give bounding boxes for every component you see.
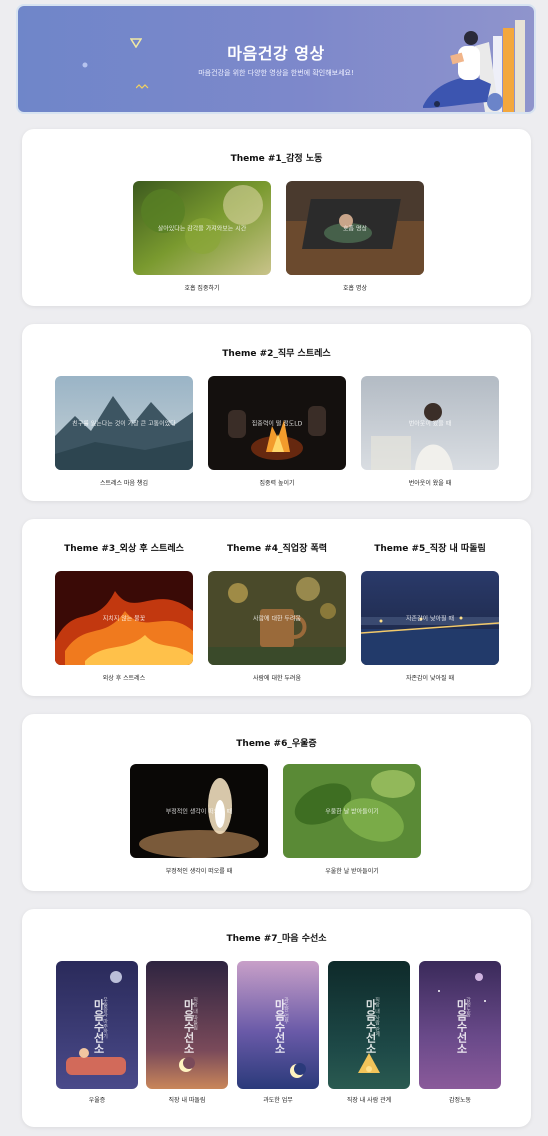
video-overlay-text: 사람에 대한 두려움 <box>253 615 301 623</box>
poster-subtitle: 직장 내 사람 관계 <box>374 997 380 1037</box>
video-caption[interactable]: 과도한 업무 <box>227 1095 329 1104</box>
video-thumbnail[interactable]: 집중력이 떨 정도LD <box>208 376 346 470</box>
zigzag-icon <box>136 84 149 89</box>
video-caption[interactable]: 번아웃이 왔을 때 <box>351 478 509 487</box>
poster-subtitle: 직장 내 따돌림 <box>192 997 198 1031</box>
video-caption[interactable]: 부정적인 생각이 떠오를 때 <box>120 866 278 875</box>
video-caption[interactable]: 사람에 대한 두려움 <box>198 673 356 682</box>
theme-title: Theme #5_직장 내 따돌림 <box>374 544 486 554</box>
theme-card-2: Theme #2_직무 스트레스 친구를 잃는다는 것이 가장 큰 고통이었다 … <box>22 324 531 501</box>
video-overlay-text: 호흡 명상 <box>343 225 367 233</box>
video-caption[interactable]: 호흡 집중하기 <box>123 283 281 292</box>
video-tile[interactable]: 친구를 잃는다는 것이 가장 큰 고통이었다 스트레스 마음 챙김 <box>55 376 193 487</box>
theme-card-1: Theme #1_감정 노동 살아있다는 감각을 가져와보는 시간 호흡 집중하… <box>22 129 531 306</box>
video-thumbnail[interactable]: 친구를 잃는다는 것이 가장 큰 고통이었다 <box>55 376 193 470</box>
video-overlay-text: 집중력이 떨 정도LD <box>251 420 303 428</box>
video-overlay-text: 친구를 잃는다는 것이 가장 큰 고통이었다 <box>72 420 176 428</box>
video-tile[interactable]: 살아있다는 감각을 가져와보는 시간 호흡 집중하기 <box>133 181 271 292</box>
theme-title: Theme #4_직업장 폭력 <box>226 544 328 554</box>
reading-woman-illustration <box>423 20 525 112</box>
poster-thumbnail[interactable]: 마음수선소 감정노동 <box>419 961 501 1089</box>
video-caption[interactable]: 감정노동 <box>409 1095 511 1104</box>
video-caption[interactable]: 우울한 날 받아들이기 <box>273 866 431 875</box>
video-tile[interactable]: 사람에 대한 두려움 사람에 대한 두려움 <box>208 571 346 682</box>
video-thumbnail[interactable]: 번아웃이 왔을 때 <box>361 376 499 470</box>
poster-tile[interactable]: 마음수선소 우울증과 마주하기 우울증 <box>56 961 138 1104</box>
theme-title: Theme #1_감정 노동 <box>230 154 323 164</box>
video-caption[interactable]: 스트레스 마음 챙김 <box>45 478 203 487</box>
theme-title: Theme #3_외상 후 스트레스 <box>64 544 184 554</box>
poster-tile[interactable]: 마음수선소 직장 내 사람 관계 직장 내 사람 관계 <box>328 961 410 1104</box>
poster-thumbnail[interactable]: 마음수선소 과도한 업무 <box>237 961 319 1089</box>
video-tile[interactable]: 우울한 날 받아들이기 우울한 날 받아들이기 <box>283 764 421 875</box>
video-thumbnail[interactable]: 호흡 명상 <box>286 181 424 275</box>
video-caption[interactable]: 직장 내 사람 관계 <box>318 1095 420 1104</box>
poster-tile[interactable]: 마음수선소 과도한 업무 과도한 업무 <box>237 961 319 1104</box>
poster-thumbnail[interactable]: 마음수선소 우울증과 마주하기 <box>56 961 138 1089</box>
theme-title: Theme #6_우울증 <box>236 739 317 749</box>
video-overlay-text: 지치지 않는 불꽃 <box>102 615 146 623</box>
theme-title: Theme #2_직무 스트레스 <box>222 349 331 359</box>
theme-title: Theme #7_마음 수선소 <box>226 934 327 944</box>
video-overlay-text: 자존감이 낮아질 때 <box>406 615 454 623</box>
poster-subtitle: 우울증과 마주하기 <box>102 997 108 1039</box>
video-overlay-text: 번아웃이 왔을 때 <box>408 420 452 428</box>
video-thumbnail[interactable]: 자존감이 낮아질 때 <box>361 571 499 665</box>
video-caption[interactable]: 직장 내 따돌림 <box>136 1095 238 1104</box>
theme-card-3-4-5: Theme #3_외상 후 스트레스 Theme #4_직업장 폭력 Theme… <box>22 519 531 696</box>
video-tile[interactable]: 지치지 않는 불꽃 외상 후 스트레스 <box>55 571 193 682</box>
video-caption[interactable]: 우울증 <box>46 1095 148 1104</box>
poster-subtitle: 감정노동 <box>465 997 471 1017</box>
video-caption[interactable]: 자존감이 낮아질 때 <box>351 673 509 682</box>
video-caption[interactable]: 호흡 명상 <box>276 283 434 292</box>
video-tile[interactable]: 호흡 명상 호흡 명상 <box>286 181 424 292</box>
video-tile[interactable]: 번아웃이 왔을 때 번아웃이 왔을 때 <box>361 376 499 487</box>
video-thumbnail[interactable]: 지치지 않는 불꽃 <box>55 571 193 665</box>
poster-thumbnail[interactable]: 마음수선소 직장 내 사람 관계 <box>328 961 410 1089</box>
theme-card-6: Theme #6_우울증 부정적인 생각이 떠오를 때 부정적인 생각이 떠오를… <box>22 714 531 891</box>
video-overlay-text: 우울한 날 받아들이기 <box>325 808 379 816</box>
poster-tile[interactable]: 마음수선소 직장 내 따돌림 직장 내 따돌림 <box>146 961 228 1104</box>
theme-card-7: Theme #7_마음 수선소 마음수선소 우울증과 마주하기 우울증 마음수선… <box>22 909 531 1127</box>
video-overlay-text: 살아있다는 감각을 가져와보는 시간 <box>157 225 247 233</box>
video-caption[interactable]: 외상 후 스트레스 <box>45 673 203 682</box>
poster-tile[interactable]: 마음수선소 감정노동 감정노동 <box>419 961 501 1104</box>
hero-banner: 마음건강 영상 마음건강을 위한 다양한 영상을 한번에 확인해보세요! <box>18 6 534 112</box>
video-thumbnail[interactable]: 부정적인 생각이 떠오를 때 <box>130 764 268 858</box>
video-tile[interactable]: 집중력이 떨 정도LD 집중력 높이기 <box>208 376 346 487</box>
video-thumbnail[interactable]: 살아있다는 감각을 가져와보는 시간 <box>133 181 271 275</box>
video-tile[interactable]: 부정적인 생각이 떠오를 때 부정적인 생각이 떠오를 때 <box>130 764 268 875</box>
video-overlay-text: 부정적인 생각이 떠오를 때 <box>165 808 233 816</box>
poster-thumbnail[interactable]: 마음수선소 직장 내 따돌림 <box>146 961 228 1089</box>
video-tile[interactable]: 자존감이 낮아질 때 자존감이 낮아질 때 <box>361 571 499 682</box>
video-thumbnail[interactable]: 사람에 대한 두려움 <box>208 571 346 665</box>
video-thumbnail[interactable]: 우울한 날 받아들이기 <box>283 764 421 858</box>
video-caption[interactable]: 집중력 높이기 <box>198 478 356 487</box>
poster-subtitle: 과도한 업무 <box>283 997 289 1024</box>
